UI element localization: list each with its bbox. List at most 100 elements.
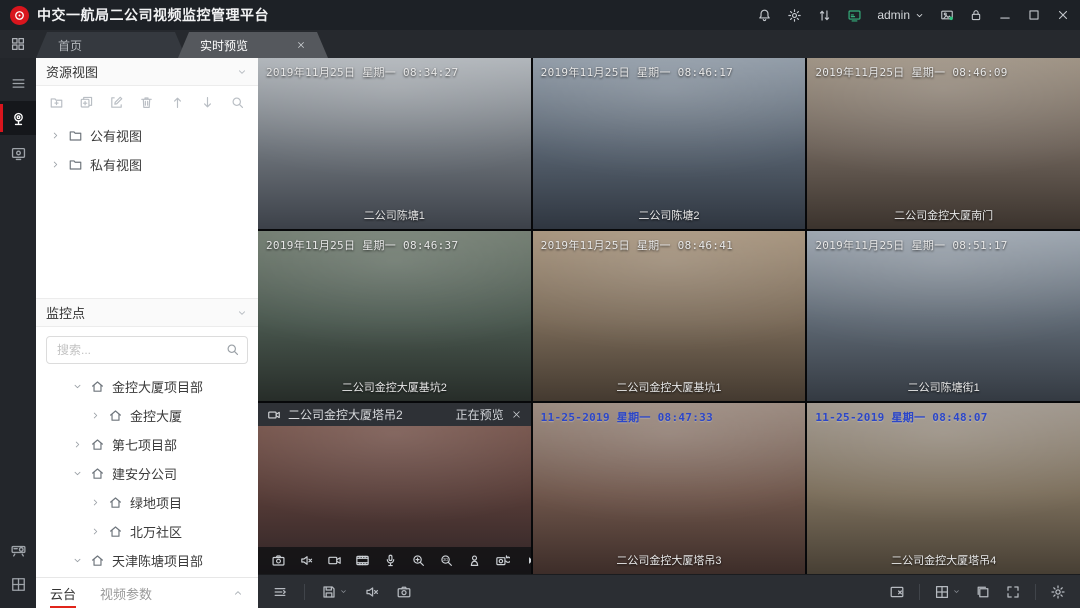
video-tile[interactable]: 2019年11月25日 星期一 08:46:41二公司金控大厦基坑1 bbox=[533, 231, 806, 402]
zoom-3d-icon[interactable]: 3D bbox=[439, 553, 454, 568]
toolbar-divider bbox=[919, 584, 920, 600]
camera-name-overlay: 二公司金控大厦基坑2 bbox=[342, 379, 447, 395]
tree-item-label: 公有视图 bbox=[90, 126, 142, 145]
add-group-icon[interactable] bbox=[79, 95, 94, 110]
video-timestamp: 2019年11月25日 星期一 08:51:17 bbox=[815, 237, 1007, 253]
side-tab-video-params[interactable]: 视频参数 bbox=[100, 578, 152, 608]
more-icon[interactable] bbox=[523, 553, 531, 568]
add-view-icon[interactable] bbox=[49, 95, 64, 110]
tab-home[interactable]: 首页 bbox=[36, 32, 186, 58]
stream-icon[interactable] bbox=[272, 584, 288, 600]
monitor-points-header[interactable]: 监控点 bbox=[36, 298, 258, 327]
caret-right-icon[interactable] bbox=[90, 410, 101, 421]
tree-item-site[interactable]: 金控大厦 bbox=[36, 401, 258, 430]
restore-icon[interactable] bbox=[975, 584, 991, 600]
zoom-in-icon[interactable] bbox=[411, 553, 426, 568]
monitor-icon[interactable] bbox=[847, 8, 862, 23]
caret-right-icon[interactable] bbox=[90, 497, 101, 508]
tree-item-site[interactable]: 绿地项目 bbox=[36, 488, 258, 517]
home-icon bbox=[90, 379, 105, 394]
rail-item-video-wall-icon[interactable] bbox=[0, 567, 36, 601]
side-tab-label: 云台 bbox=[50, 584, 76, 603]
video-tile[interactable]: 11-25-2019 星期一 08:47:33二公司金控大厦塔吊3 bbox=[533, 403, 806, 574]
caret-right-icon[interactable] bbox=[90, 526, 101, 537]
mic-icon[interactable] bbox=[383, 553, 398, 568]
tree-item-label: 天津陈塘项目部 bbox=[112, 551, 203, 570]
close-icon[interactable] bbox=[1056, 8, 1070, 22]
tab-live-preview[interactable]: 实时预览 bbox=[178, 32, 328, 58]
fullscreen-icon[interactable] bbox=[1005, 584, 1021, 600]
move-down-icon[interactable] bbox=[200, 95, 215, 110]
chevron-up-icon[interactable] bbox=[232, 587, 244, 599]
close-all-icon[interactable] bbox=[889, 584, 905, 600]
move-up-icon[interactable] bbox=[170, 95, 185, 110]
home-icon bbox=[90, 466, 105, 481]
preset-icon[interactable] bbox=[467, 553, 482, 568]
search-input[interactable] bbox=[46, 336, 248, 364]
video-tile[interactable]: 2019年11月25日 星期一 08:34:27二公司陈塘1 bbox=[258, 58, 531, 229]
snapshot-icon[interactable] bbox=[396, 584, 412, 600]
search-icon[interactable] bbox=[225, 342, 240, 362]
tree-item-site[interactable]: 金控大厦项目部 bbox=[36, 372, 258, 401]
video-tile-header: 二公司金控大厦塔吊2正在预览 bbox=[258, 403, 531, 426]
tree-item-view[interactable]: 公有视图 bbox=[36, 121, 258, 150]
video-timestamp: 2019年11月25日 星期一 08:46:09 bbox=[815, 64, 1007, 80]
tab-close-icon[interactable] bbox=[296, 40, 306, 50]
rail-item-menu-icon[interactable] bbox=[0, 66, 36, 100]
main-area: 2019年11月25日 星期一 08:34:27二公司陈塘12019年11月25… bbox=[258, 58, 1080, 608]
tree-item-site[interactable]: 第七项目部 bbox=[36, 430, 258, 459]
mute-icon[interactable] bbox=[364, 584, 380, 600]
tree-item-view[interactable]: 私有视图 bbox=[36, 150, 258, 179]
gear-icon[interactable] bbox=[787, 8, 802, 23]
tree-item-label: 私有视图 bbox=[90, 155, 142, 174]
caret-right-icon[interactable] bbox=[50, 159, 61, 170]
timed-snapshot-icon[interactable] bbox=[495, 553, 510, 568]
caret-down-icon[interactable] bbox=[72, 381, 83, 392]
tree-item-site[interactable]: 天津陈塘项目部 bbox=[36, 546, 258, 575]
caret-right-icon[interactable] bbox=[72, 439, 83, 450]
maximize-icon[interactable] bbox=[1027, 8, 1041, 22]
layout-dropdown[interactable] bbox=[934, 584, 961, 600]
sort-icon[interactable] bbox=[817, 8, 832, 23]
preview-status: 正在预览 bbox=[456, 406, 504, 423]
video-tile[interactable]: 2019年11月25日 星期一 08:51:17二公司陈塘街1 bbox=[807, 231, 1080, 402]
delete-icon[interactable] bbox=[139, 95, 154, 110]
settings-icon[interactable] bbox=[1050, 584, 1066, 600]
user-menu[interactable]: admin bbox=[877, 8, 925, 22]
tree-item-label: 绿地项目 bbox=[130, 493, 182, 512]
screenshot-icon[interactable] bbox=[940, 8, 954, 22]
rail-item-projector-icon[interactable] bbox=[0, 532, 36, 566]
video-tile[interactable]: 2019年11月25日 星期一 08:46:37二公司金控大厦基坑2 bbox=[258, 231, 531, 402]
search-icon[interactable] bbox=[230, 95, 245, 110]
record-icon[interactable] bbox=[327, 553, 342, 568]
video-tile[interactable]: 11-25-2019 星期一 08:48:07二公司金控大厦塔吊4 bbox=[807, 403, 1080, 574]
tree-item-site[interactable]: 建安分公司 bbox=[36, 459, 258, 488]
tree-item-site[interactable]: 北万社区 bbox=[36, 517, 258, 546]
mute-icon[interactable] bbox=[299, 553, 314, 568]
apps-grid-icon[interactable] bbox=[0, 30, 36, 58]
close-icon[interactable] bbox=[511, 409, 522, 420]
playback-icon[interactable] bbox=[355, 553, 370, 568]
chevron-down-icon bbox=[236, 307, 248, 319]
minimize-icon[interactable] bbox=[998, 8, 1012, 22]
lock-icon[interactable] bbox=[969, 8, 983, 22]
caret-down-icon[interactable] bbox=[72, 468, 83, 479]
rail-item-monitor-cam-icon[interactable] bbox=[0, 136, 36, 170]
tree-item-label: 建安分公司 bbox=[112, 464, 177, 483]
chevron-down-icon bbox=[914, 10, 925, 21]
resource-view-header[interactable]: 资源视图 bbox=[36, 58, 258, 86]
video-tile[interactable]: 2019年11月25日 星期一 08:46:17二公司陈塘2 bbox=[533, 58, 806, 229]
bell-icon[interactable] bbox=[757, 8, 772, 23]
edit-icon[interactable] bbox=[109, 95, 124, 110]
rail-item-webcam-icon[interactable] bbox=[0, 101, 36, 135]
caret-down-icon[interactable] bbox=[72, 555, 83, 566]
home-icon bbox=[90, 437, 105, 452]
app-title: 中交一航局二公司视频监控管理平台 bbox=[37, 5, 269, 25]
video-tile[interactable]: 二公司金控大厦塔吊2正在预览 3D bbox=[258, 403, 531, 574]
snapshot-icon[interactable] bbox=[271, 553, 286, 568]
video-tile[interactable]: 2019年11月25日 星期一 08:46:09二公司金控大厦南门 bbox=[807, 58, 1080, 229]
side-tab-ptz[interactable]: 云台 bbox=[50, 578, 76, 608]
caret-right-icon[interactable] bbox=[50, 130, 61, 141]
video-timestamp: 2019年11月25日 星期一 08:46:41 bbox=[541, 237, 733, 253]
save-dropdown[interactable] bbox=[321, 584, 348, 600]
